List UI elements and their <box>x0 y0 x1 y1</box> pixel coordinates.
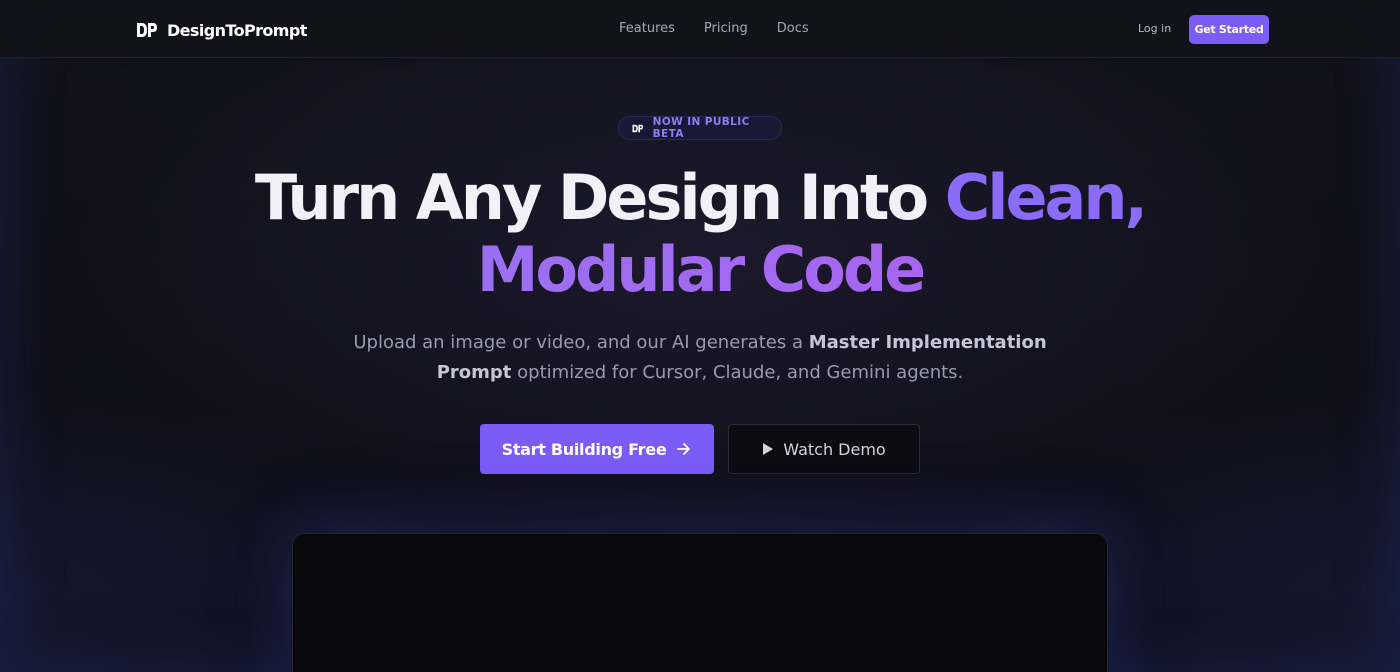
hero-headline: Turn Any Design Into Clean, Modular Code <box>0 162 1400 306</box>
watch-demo-button[interactable]: Watch Demo <box>728 424 920 474</box>
beta-badge: NOW IN PUBLIC BETA <box>618 116 782 140</box>
get-started-button[interactable]: Get Started <box>1189 15 1269 44</box>
beta-badge-label: NOW IN PUBLIC BETA <box>652 116 750 140</box>
nav-link-features[interactable]: Features <box>619 21 675 36</box>
dp-logo-icon <box>137 23 157 37</box>
start-building-label: Start Building Free <box>501 439 667 459</box>
nav-links: Features Pricing Docs <box>619 21 809 36</box>
dp-badge-icon <box>632 124 644 132</box>
product-preview-frame <box>292 533 1108 672</box>
start-building-button[interactable]: Start Building Free <box>480 424 714 474</box>
nav-link-docs[interactable]: Docs <box>777 21 809 36</box>
arrow-right-icon <box>676 442 692 456</box>
play-icon <box>762 442 774 456</box>
subtitle-pre: Upload an image or video, and our AI gen… <box>353 332 803 353</box>
brand-name: DesignToPrompt <box>167 20 307 40</box>
login-link[interactable]: Log in <box>1138 22 1171 35</box>
hero-subtitle: Upload an image or video, and our AI gen… <box>340 328 1060 388</box>
nav-link-pricing[interactable]: Pricing <box>704 21 748 36</box>
subtitle-post: optimized for Cursor, Claude, and Gemini… <box>517 362 964 383</box>
brand-logo[interactable]: DesignToPrompt <box>136 18 307 42</box>
top-nav: DesignToPrompt Features Pricing Docs Log… <box>0 0 1400 58</box>
headline-accent-1: Clean, <box>944 161 1148 234</box>
landing-page: DesignToPrompt Features Pricing Docs Log… <box>0 0 1400 672</box>
headline-accent-2: Modular Code <box>476 233 927 306</box>
headline-white: Turn Any Design Into <box>254 161 929 234</box>
watch-demo-label: Watch Demo <box>783 439 886 459</box>
